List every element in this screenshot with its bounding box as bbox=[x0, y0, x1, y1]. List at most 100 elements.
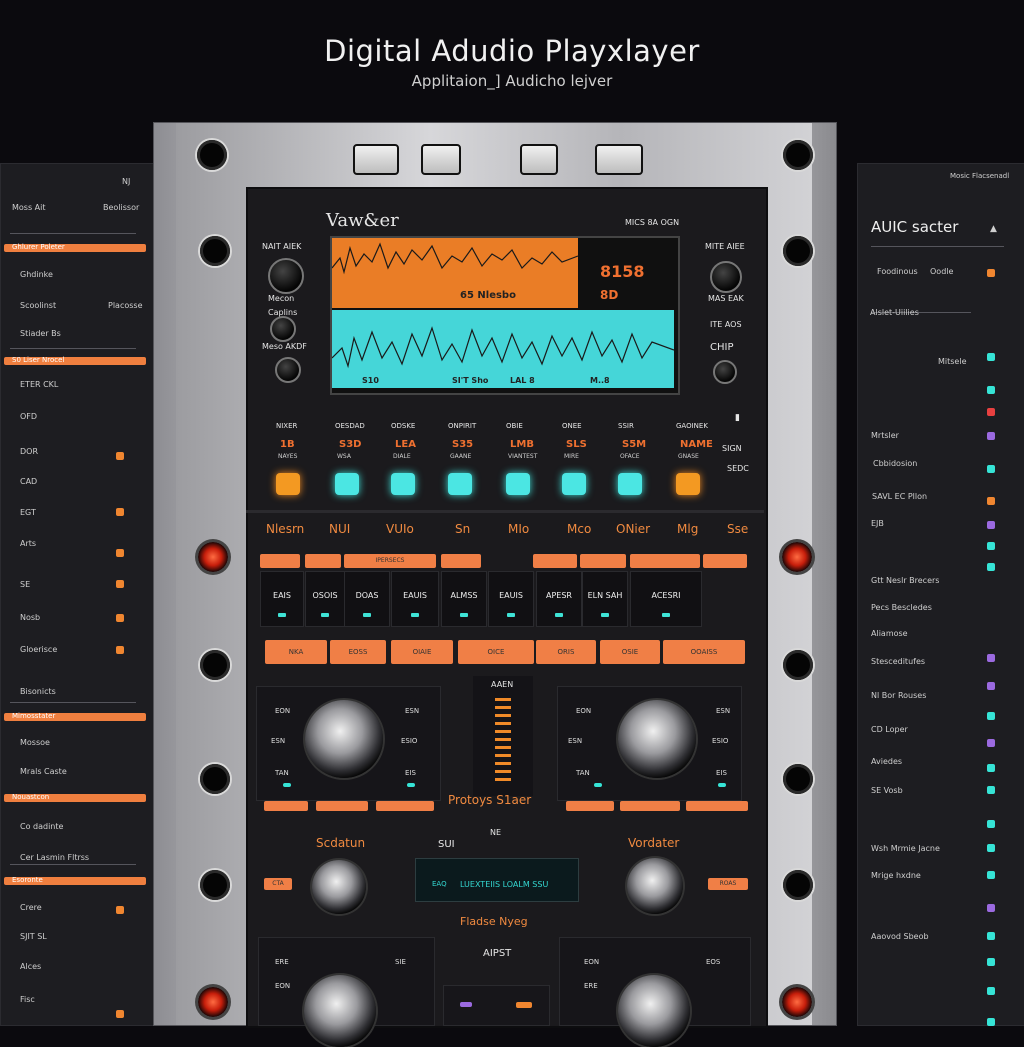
top-strip-button[interactable] bbox=[630, 554, 700, 568]
channel-sub: VIANTEST bbox=[508, 453, 538, 460]
channel-value: S3D bbox=[339, 439, 362, 450]
left-panel-highlight[interactable]: S0 Liser Nrocel bbox=[4, 356, 146, 365]
top-button[interactable] bbox=[421, 144, 461, 175]
volume-knob-right[interactable] bbox=[618, 700, 696, 778]
status-dot[interactable] bbox=[987, 386, 995, 394]
top-button[interactable] bbox=[353, 144, 399, 175]
status-dot[interactable] bbox=[987, 497, 995, 505]
status-dot[interactable] bbox=[987, 820, 995, 828]
channel-pad-button[interactable] bbox=[448, 473, 472, 495]
volume-knob-left[interactable] bbox=[305, 700, 383, 778]
channel-strip[interactable]: ALMSS bbox=[441, 571, 487, 627]
status-dot[interactable] bbox=[987, 682, 995, 690]
rack-hole bbox=[200, 764, 230, 794]
top-strip-button[interactable] bbox=[441, 554, 481, 568]
function-button[interactable]: NKA bbox=[265, 640, 327, 664]
channel-strip[interactable]: APESR bbox=[536, 571, 582, 627]
rack-hole bbox=[783, 236, 813, 266]
left-panel-label: Scoolinst bbox=[20, 301, 57, 310]
channel-pad-button[interactable] bbox=[335, 473, 359, 495]
top-strip-button[interactable] bbox=[703, 554, 747, 568]
left-panel-divider bbox=[10, 864, 136, 865]
left-small-button[interactable]: CTA bbox=[264, 878, 292, 890]
status-dot[interactable] bbox=[987, 1018, 995, 1026]
status-dot[interactable] bbox=[987, 654, 995, 662]
function-button[interactable]: OIAIE bbox=[391, 640, 453, 664]
channel-pad-button[interactable] bbox=[562, 473, 586, 495]
channel-pad-button[interactable] bbox=[276, 473, 300, 495]
function-button[interactable]: OSIE bbox=[600, 640, 660, 664]
channel-strip[interactable]: ELN SAH bbox=[582, 571, 628, 627]
function-button[interactable]: OICE bbox=[458, 640, 534, 664]
left-panel-highlight[interactable]: Esoronte bbox=[4, 876, 146, 885]
status-dot[interactable] bbox=[987, 786, 995, 794]
mixer-button[interactable] bbox=[376, 801, 434, 811]
rack-hole bbox=[200, 870, 230, 900]
mini-switch[interactable]: ▮ bbox=[735, 413, 740, 423]
channel-strip[interactable]: EAIS bbox=[260, 571, 304, 627]
mixer-button[interactable] bbox=[316, 801, 368, 811]
left-panel-highlight[interactable]: Nouastcon bbox=[4, 793, 146, 802]
status-dot[interactable] bbox=[987, 353, 995, 361]
knob-lower-right[interactable] bbox=[627, 858, 683, 914]
status-dot[interactable] bbox=[987, 521, 995, 529]
status-dot[interactable] bbox=[987, 904, 995, 912]
status-dot[interactable] bbox=[987, 958, 995, 966]
channel-pad-button[interactable] bbox=[676, 473, 700, 495]
top-strip-button[interactable] bbox=[260, 554, 300, 568]
status-dot[interactable] bbox=[987, 739, 995, 747]
right-panel-label: Alslet-Uiilies bbox=[870, 308, 919, 317]
status-dot[interactable] bbox=[987, 432, 995, 440]
mixer-button[interactable] bbox=[264, 801, 308, 811]
collapse-icon[interactable]: ▲ bbox=[990, 224, 997, 234]
right-knob-1[interactable] bbox=[710, 261, 742, 293]
status-dot[interactable] bbox=[987, 764, 995, 772]
section-label: ONier bbox=[616, 522, 651, 536]
channel-strip[interactable]: EAUIS bbox=[391, 571, 439, 627]
channel-pad-button[interactable] bbox=[391, 473, 415, 495]
left-knob-3[interactable] bbox=[275, 357, 301, 383]
top-strip-button[interactable] bbox=[533, 554, 577, 568]
left-knob-1[interactable] bbox=[268, 258, 304, 294]
left-panel-highlight[interactable]: Ghlurer Poleter bbox=[4, 243, 146, 252]
channel-strip[interactable]: EAUIS bbox=[488, 571, 534, 627]
left-knob-2[interactable] bbox=[270, 316, 296, 342]
status-dot[interactable] bbox=[987, 465, 995, 473]
top-strip-button[interactable] bbox=[580, 554, 626, 568]
status-dot[interactable] bbox=[987, 871, 995, 879]
mixer-button[interactable] bbox=[620, 801, 680, 811]
channel-strip[interactable]: ACESRI bbox=[630, 571, 702, 627]
top-button[interactable] bbox=[520, 144, 558, 175]
mixer-button[interactable] bbox=[686, 801, 748, 811]
status-dot[interactable] bbox=[987, 563, 995, 571]
status-dot[interactable] bbox=[987, 269, 995, 277]
section-label: Sn bbox=[455, 522, 471, 536]
right-small-button[interactable]: ROAS bbox=[708, 878, 748, 890]
mixer-button[interactable] bbox=[566, 801, 614, 811]
right-knob-2[interactable] bbox=[713, 360, 737, 384]
status-dot[interactable] bbox=[987, 932, 995, 940]
top-strip-button[interactable]: IPERSECS bbox=[344, 554, 436, 568]
knob-bottom-left[interactable] bbox=[304, 975, 376, 1047]
rack-hole bbox=[783, 650, 813, 680]
top-strip-button[interactable] bbox=[305, 554, 341, 568]
status-dot[interactable] bbox=[987, 712, 995, 720]
top-button[interactable] bbox=[595, 144, 643, 175]
function-button[interactable]: ORIS bbox=[536, 640, 596, 664]
left-panel-divider bbox=[10, 702, 136, 703]
status-dot[interactable] bbox=[987, 408, 995, 416]
function-button[interactable]: OOAISS bbox=[663, 640, 745, 664]
status-dot[interactable] bbox=[987, 542, 995, 550]
screen-axis: M..8 bbox=[590, 376, 610, 385]
channel-pad-button[interactable] bbox=[506, 473, 530, 495]
channel-strip[interactable]: OSOIS bbox=[305, 571, 345, 627]
channel-strip[interactable]: DOAS bbox=[344, 571, 390, 627]
status-dot[interactable] bbox=[987, 844, 995, 852]
knob-bottom-right[interactable] bbox=[618, 975, 690, 1047]
channel-pad-button[interactable] bbox=[618, 473, 642, 495]
left-panel-highlight[interactable]: Mimosstater bbox=[4, 712, 146, 721]
status-dot[interactable] bbox=[987, 987, 995, 995]
knob-lower-left[interactable] bbox=[312, 860, 366, 914]
screen-axis: S10 bbox=[362, 376, 379, 385]
function-button[interactable]: EOSS bbox=[330, 640, 386, 664]
